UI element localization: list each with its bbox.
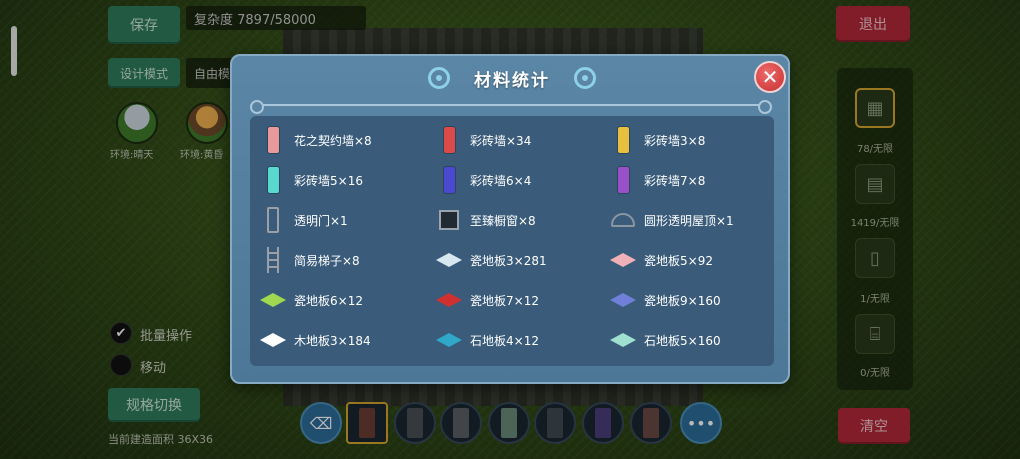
material-swatch [436,333,462,347]
material-item: 彩砖墙7×8 [610,164,705,196]
dome-roof-icon [610,205,636,235]
material-item: 透明门×1 [260,204,348,236]
material-label: 瓷地板5×92 [644,253,713,268]
ornament-icon [428,67,450,89]
dialog-title-bar: 材料统计 [414,64,610,92]
material-swatch [610,293,636,307]
material-item: 瓷地板9×160 [610,284,721,316]
material-swatch [610,253,636,267]
floor-tile-icon [436,245,462,275]
floor-tile-icon [610,245,636,275]
floor-tile-icon [260,285,286,315]
material-item: 彩砖墙5×16 [260,164,363,196]
material-swatch [439,210,459,230]
floor-tile-icon [260,325,286,355]
wall-block-icon [260,125,286,155]
material-swatch [617,127,629,153]
close-icon: ✕ [761,65,779,89]
material-swatch [610,333,636,347]
material-item: 瓷地板5×92 [610,244,713,276]
material-label: 彩砖墙5×16 [294,173,363,188]
material-item: 石地板4×12 [436,324,539,356]
material-item: 简易梯子×8 [260,244,360,276]
material-swatch [267,127,279,153]
material-label: 瓷地板7×12 [470,293,539,308]
material-label: 透明门×1 [294,213,348,228]
material-stats-dialog: 材料统计 ✕ 花之契约墙×8 彩砖墙×34 彩砖墙3×8 彩砖墙5×16 彩砖墙6×4 彩… [230,54,790,384]
wall-block-icon [610,125,636,155]
material-label: 花之契约墙×8 [294,133,372,148]
material-label: 彩砖墙×34 [470,133,532,148]
door-icon [260,205,286,235]
material-item: 瓷地板7×12 [436,284,539,316]
material-item: 彩砖墙×34 [436,124,531,156]
ornament-icon [574,67,596,89]
material-swatch [260,293,286,307]
material-item: 花之契约墙×8 [260,124,372,156]
material-label: 至臻橱窗×8 [470,213,536,228]
close-button[interactable]: ✕ [754,61,786,93]
material-label: 圆形透明屋顶×1 [644,213,734,228]
dialog-title: 材料统计 [474,70,550,91]
wall-block-icon [436,165,462,195]
window-icon [436,205,462,235]
material-swatch [443,167,455,193]
material-swatch [617,167,629,193]
floor-tile-icon [610,325,636,355]
material-item: 彩砖墙6×4 [436,164,531,196]
material-label: 瓷地板9×160 [644,293,721,308]
material-label: 彩砖墙3×8 [644,133,706,148]
wall-block-icon [610,165,636,195]
floor-tile-icon [610,285,636,315]
material-swatch [436,253,462,267]
material-label: 彩砖墙7×8 [644,173,706,188]
floor-tile-icon [436,325,462,355]
material-label: 瓷地板6×12 [294,293,363,308]
material-item: 石地板5×160 [610,324,721,356]
material-item: 木地板3×184 [260,324,371,356]
material-label: 瓷地板3×281 [470,253,547,268]
floor-tile-icon [436,285,462,315]
material-swatch [611,213,635,227]
material-swatch [267,247,279,273]
material-swatch [443,127,455,153]
material-label: 木地板3×184 [294,333,371,348]
material-label: 石地板5×160 [644,333,721,348]
material-swatch [267,167,279,193]
title-divider [250,100,772,114]
material-item: 圆形透明屋顶×1 [610,204,734,236]
material-item: 瓷地板6×12 [260,284,363,316]
material-swatch [260,333,286,347]
material-item: 彩砖墙3×8 [610,124,705,156]
material-item: 瓷地板3×281 [436,244,547,276]
material-list: 花之契约墙×8 彩砖墙×34 彩砖墙3×8 彩砖墙5×16 彩砖墙6×4 彩砖墙7×8 透明… [250,116,774,366]
wall-block-icon [436,125,462,155]
material-item: 至臻橱窗×8 [436,204,536,236]
material-label: 石地板4×12 [470,333,539,348]
material-label: 彩砖墙6×4 [470,173,532,188]
material-swatch [267,207,279,233]
wall-block-icon [260,165,286,195]
ladder-icon [260,245,286,275]
material-swatch [436,293,462,307]
material-label: 简易梯子×8 [294,253,360,268]
